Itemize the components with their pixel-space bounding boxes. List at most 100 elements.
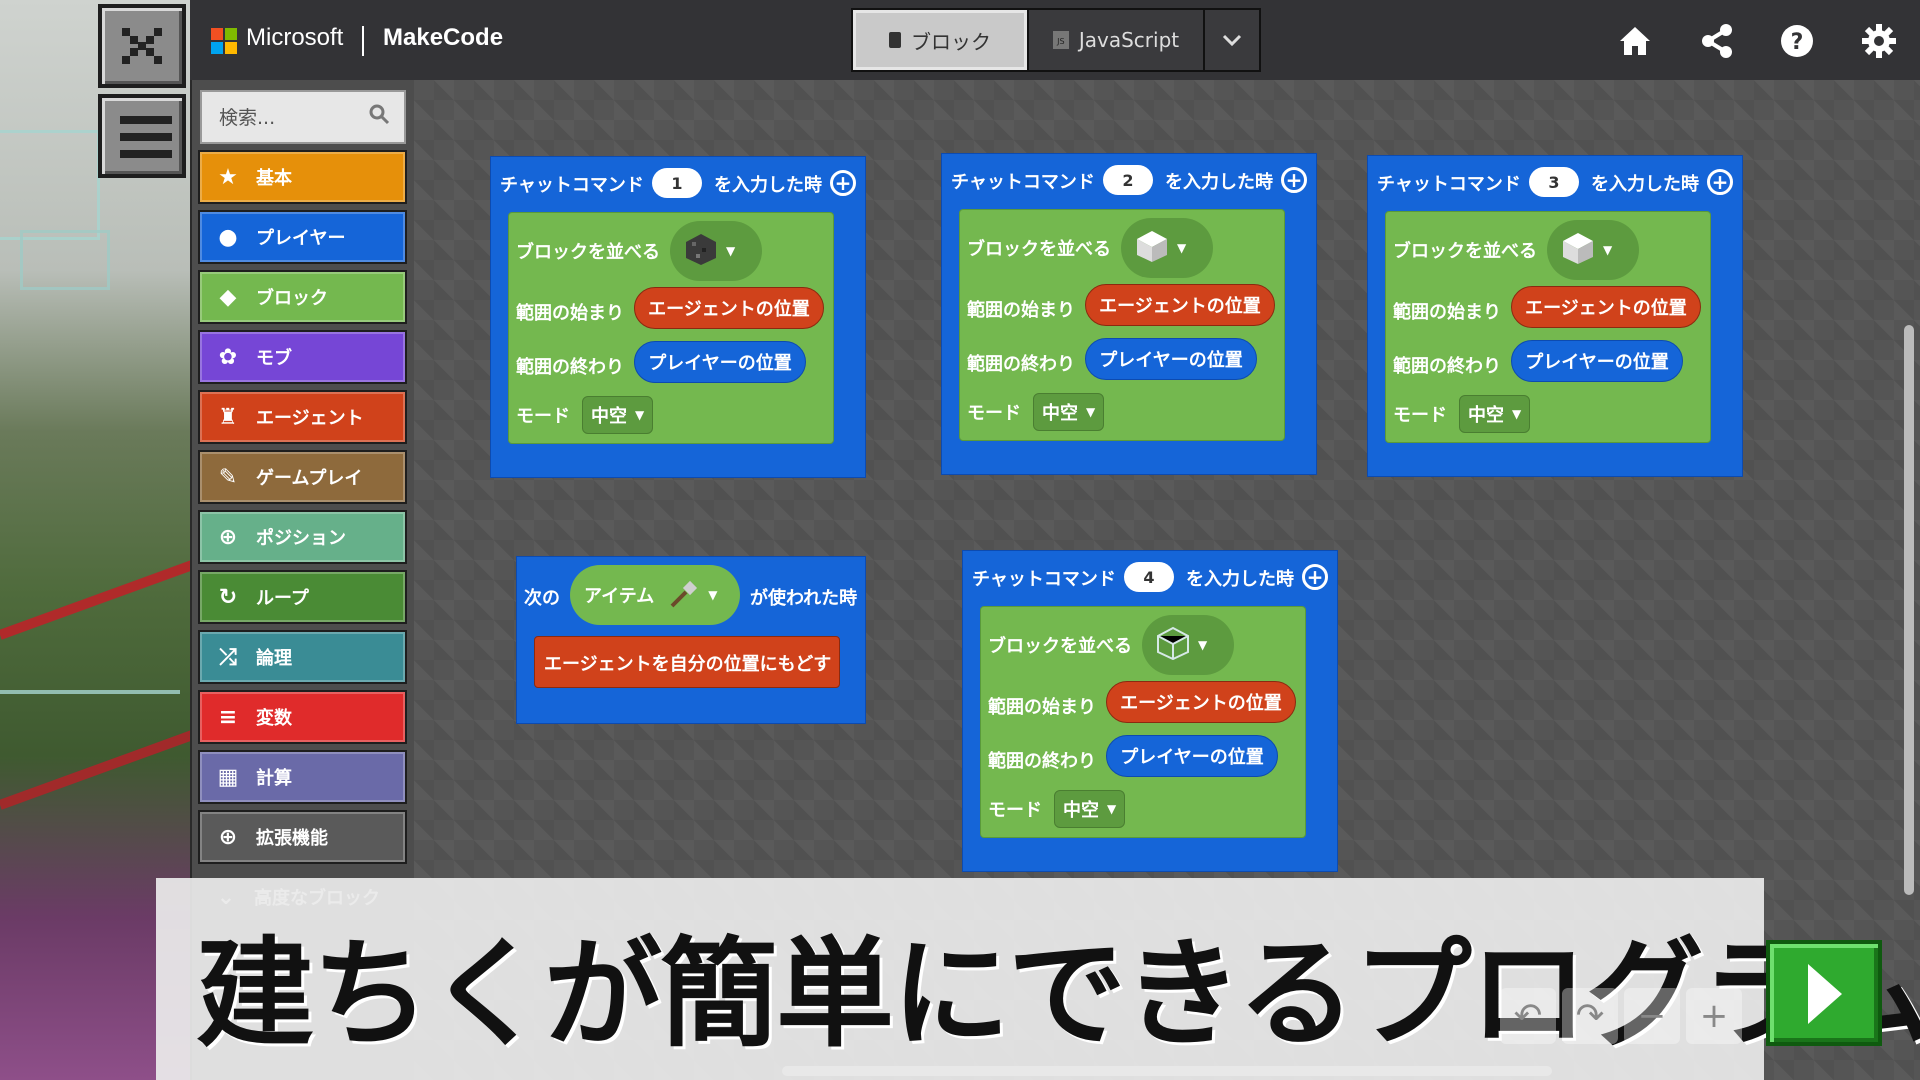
chat-command-number[interactable]: 2 (1103, 165, 1153, 195)
product-name[interactable]: MakeCode (383, 24, 503, 52)
category-label: ポジション (256, 528, 346, 549)
brand-name: Microsoft (246, 24, 344, 51)
chat-command-suffix: を入力した時 (1591, 174, 1699, 195)
category-label: ゲームプレイ (256, 468, 363, 489)
mode-dropdown[interactable]: 中空 ▼ (1033, 393, 1105, 431)
add-parameter-icon[interactable]: + (1302, 564, 1328, 590)
help-icon[interactable]: ? (1778, 22, 1816, 60)
chevron-down-icon (1222, 34, 1242, 47)
from-label: 範囲の始まり (967, 300, 1075, 321)
agent-position-block[interactable]: エージェントの位置 (1511, 286, 1701, 328)
settings-icon[interactable] (1860, 22, 1898, 60)
player-position-block[interactable]: プレイヤーの位置 (1085, 338, 1257, 380)
javascript-tab[interactable]: JS JavaScript (1027, 10, 1203, 70)
mode-value: 中空 (1042, 403, 1078, 424)
category-10[interactable]: ▦ 計算 (198, 750, 407, 804)
agent-position-block[interactable]: エージェントの位置 (634, 287, 824, 329)
category-4[interactable]: ♜ エージェント (198, 390, 407, 444)
category-0[interactable]: ★ 基本 (198, 150, 407, 204)
chat-command-prefix: チャットコマンド (500, 175, 644, 196)
agent-position-block[interactable]: エージェントの位置 (1106, 681, 1296, 723)
category-7[interactable]: ↻ ループ (198, 570, 407, 624)
fill-label: ブロックを並べる (1393, 241, 1537, 262)
vertical-scrollbar[interactable] (1904, 325, 1914, 895)
category-label: 拡張機能 (256, 828, 328, 849)
player-position-block[interactable]: プレイヤーの位置 (634, 341, 806, 383)
zoom-out-button[interactable]: − (1624, 988, 1680, 1044)
undo-button[interactable]: ↶ (1500, 988, 1556, 1044)
agent-icon: ♜ (218, 404, 238, 430)
mode-dropdown[interactable]: 中空 ▼ (582, 396, 654, 434)
chat-command-prefix: チャットコマンド (951, 172, 1095, 193)
brand-divider (362, 26, 364, 56)
player-position-block[interactable]: プレイヤーの位置 (1106, 735, 1278, 777)
block-picker[interactable]: ▼ (1547, 220, 1639, 280)
mode-dropdown[interactable]: 中空 ▼ (1054, 790, 1126, 828)
javascript-tab-label: JavaScript (1078, 28, 1180, 52)
player-position-block[interactable]: プレイヤーの位置 (1511, 340, 1683, 382)
dropdown-caret-icon: ▼ (1603, 243, 1613, 257)
category-label: ブロック (256, 288, 328, 309)
redo-icon: ↷ (1575, 996, 1605, 1036)
block-icon (1156, 626, 1190, 664)
mode-label: モード (1393, 405, 1447, 426)
chat-command-number[interactable]: 3 (1529, 167, 1579, 197)
category-11[interactable]: ⊕ 拡張機能 (198, 810, 407, 864)
blocks-tab[interactable]: ブロック (853, 10, 1027, 70)
microsoft-logo-icon (211, 28, 237, 54)
block-icon (1135, 229, 1169, 267)
mode-value: 中空 (1468, 405, 1504, 426)
category-label: ループ (256, 588, 309, 609)
redo-button[interactable]: ↷ (1562, 988, 1618, 1044)
category-9[interactable]: ≡ 変数 (198, 690, 407, 744)
star-icon: ★ (218, 164, 238, 190)
category-5[interactable]: ✎ ゲームプレイ (198, 450, 407, 504)
category-label: 論理 (256, 648, 292, 669)
cube-icon: ◆ (219, 284, 237, 310)
search-icon[interactable] (368, 103, 390, 125)
svg-text:?: ? (1791, 30, 1804, 55)
zoom-in-button[interactable]: + (1686, 988, 1742, 1044)
run-button[interactable] (1766, 940, 1882, 1046)
block-picker[interactable]: ▼ (1121, 218, 1213, 278)
mode-dropdown[interactable]: 中空 ▼ (1459, 395, 1531, 433)
undo-icon: ↶ (1513, 996, 1543, 1036)
category-3[interactable]: ✿ モブ (198, 330, 407, 384)
close-icon (122, 28, 162, 64)
item-dropdown[interactable]: アイテム ▼ (570, 565, 740, 625)
item-dropdown-label: アイテム (584, 586, 655, 607)
category-label: プレイヤー (256, 228, 346, 249)
add-parameter-icon[interactable]: + (1281, 167, 1307, 193)
chat-command-number[interactable]: 1 (652, 168, 702, 198)
loop-icon: ↻ (218, 584, 238, 610)
mode-label: モード (516, 406, 570, 427)
plus-circle-icon: ⊕ (218, 824, 238, 850)
close-button[interactable] (98, 4, 186, 88)
share-icon[interactable] (1698, 22, 1736, 60)
block-picker[interactable]: ▼ (670, 221, 762, 281)
agent-return-label: エージェントを自分の位置にもどす (544, 654, 832, 675)
block-picker[interactable]: ▼ (1142, 615, 1234, 675)
from-label: 範囲の始まり (988, 697, 1096, 718)
home-icon[interactable] (1616, 22, 1654, 60)
add-parameter-icon[interactable]: + (830, 170, 856, 196)
language-dropdown[interactable] (1203, 10, 1259, 70)
minus-icon: − (1637, 996, 1667, 1036)
category-2[interactable]: ◆ ブロック (198, 270, 407, 324)
agent-position-block[interactable]: エージェントの位置 (1085, 284, 1275, 326)
menu-button[interactable] (98, 94, 186, 178)
category-1[interactable]: ● プレイヤー (198, 210, 407, 264)
category-6[interactable]: ⊕ ポジション (198, 510, 407, 564)
dropdown-caret-icon: ▼ (1086, 405, 1096, 419)
mode-value: 中空 (591, 406, 627, 427)
category-label: 基本 (256, 168, 292, 189)
block-icon (684, 232, 718, 270)
chat-command-number[interactable]: 4 (1124, 562, 1174, 592)
add-parameter-icon[interactable]: + (1707, 169, 1733, 195)
from-label: 範囲の始まり (1393, 302, 1501, 323)
play-icon (1808, 964, 1842, 1024)
to-label: 範囲の終わり (1393, 356, 1501, 377)
category-8[interactable]: ⤮ 論理 (198, 630, 407, 684)
chat-command-suffix: を入力した時 (1186, 569, 1294, 590)
fill-label: ブロックを並べる (967, 239, 1111, 260)
